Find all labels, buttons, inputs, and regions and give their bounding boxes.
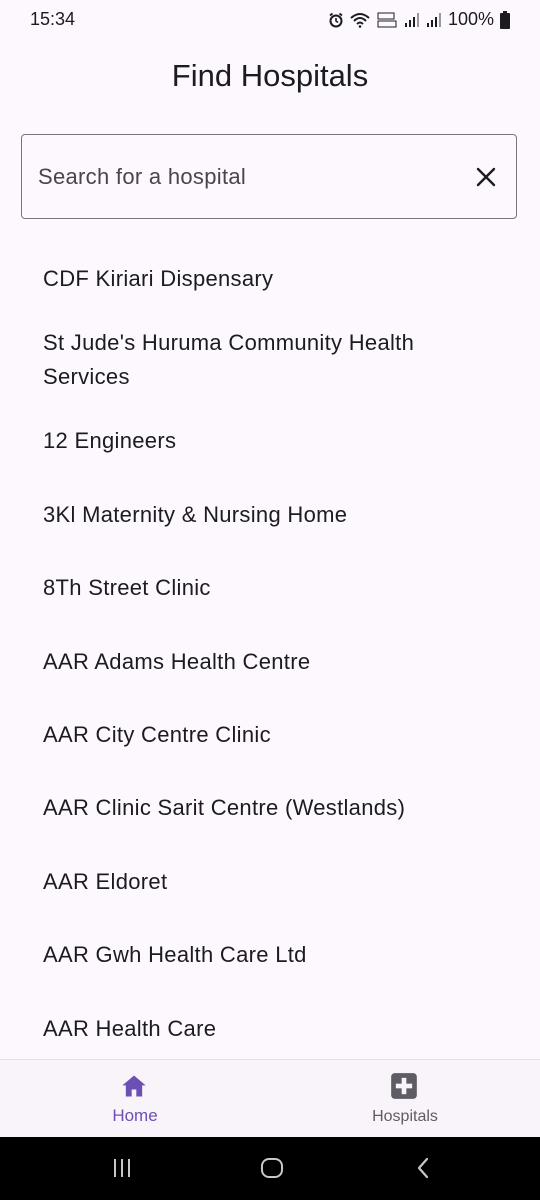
list-item[interactable]: AAR Eldoret xyxy=(43,865,503,899)
list-item[interactable]: AAR Gwh Health Care Ltd xyxy=(43,938,503,972)
nav-item-home[interactable]: Home xyxy=(0,1060,270,1138)
list-item[interactable]: 3Kl Maternity & Nursing Home xyxy=(43,498,503,532)
status-bar: 15:34 100% xyxy=(0,0,540,40)
battery-percentage: 100% xyxy=(447,9,494,29)
list-item[interactable]: St Jude's Huruma Community Health Servic… xyxy=(43,326,503,394)
list-item[interactable]: AAR Clinic Sarit Centre (Westlands) xyxy=(43,791,503,825)
status-icons: 100% xyxy=(328,9,510,30)
recent-apps-icon[interactable] xyxy=(112,1157,132,1179)
bottom-navigation: Home Hospitals xyxy=(0,1059,540,1137)
page-title: Find Hospitals xyxy=(171,58,369,93)
nav-item-hospitals[interactable]: Hospitals xyxy=(270,1060,540,1138)
home-button-icon[interactable] xyxy=(260,1157,284,1179)
home-icon xyxy=(122,1075,146,1097)
list-item[interactable]: AAR City Centre Clinic xyxy=(43,718,503,752)
search-placeholder: Search for a hospital xyxy=(38,164,247,189)
list-item[interactable]: AAR Health Care xyxy=(43,1012,503,1046)
nav-label-hospitals: Hospitals xyxy=(372,1108,438,1125)
signal-icon-1 xyxy=(404,12,419,27)
close-icon[interactable] xyxy=(474,165,498,189)
list-item[interactable]: 12 Engineers xyxy=(43,424,503,458)
volte-icon xyxy=(377,12,397,27)
battery-icon xyxy=(500,10,510,29)
list-item[interactable]: 8Th Street Clinic xyxy=(43,571,503,605)
nav-label-home: Home xyxy=(112,1106,158,1125)
list-item[interactable]: AAR Adams Health Centre xyxy=(43,645,503,679)
list-item[interactable]: CDF Kiriari Dispensary xyxy=(43,262,503,296)
hospital-list: CDF Kiriari Dispensary St Jude's Huruma … xyxy=(0,238,540,1058)
wifi-icon xyxy=(350,12,370,28)
status-time: 15:34 xyxy=(30,9,76,29)
signal-icon-2 xyxy=(426,12,441,27)
hospital-icon xyxy=(391,1073,417,1099)
search-input[interactable]: Search for a hospital xyxy=(21,134,517,219)
alarm-icon xyxy=(329,12,343,27)
system-navigation-bar xyxy=(0,1137,540,1200)
back-icon[interactable] xyxy=(414,1157,432,1179)
